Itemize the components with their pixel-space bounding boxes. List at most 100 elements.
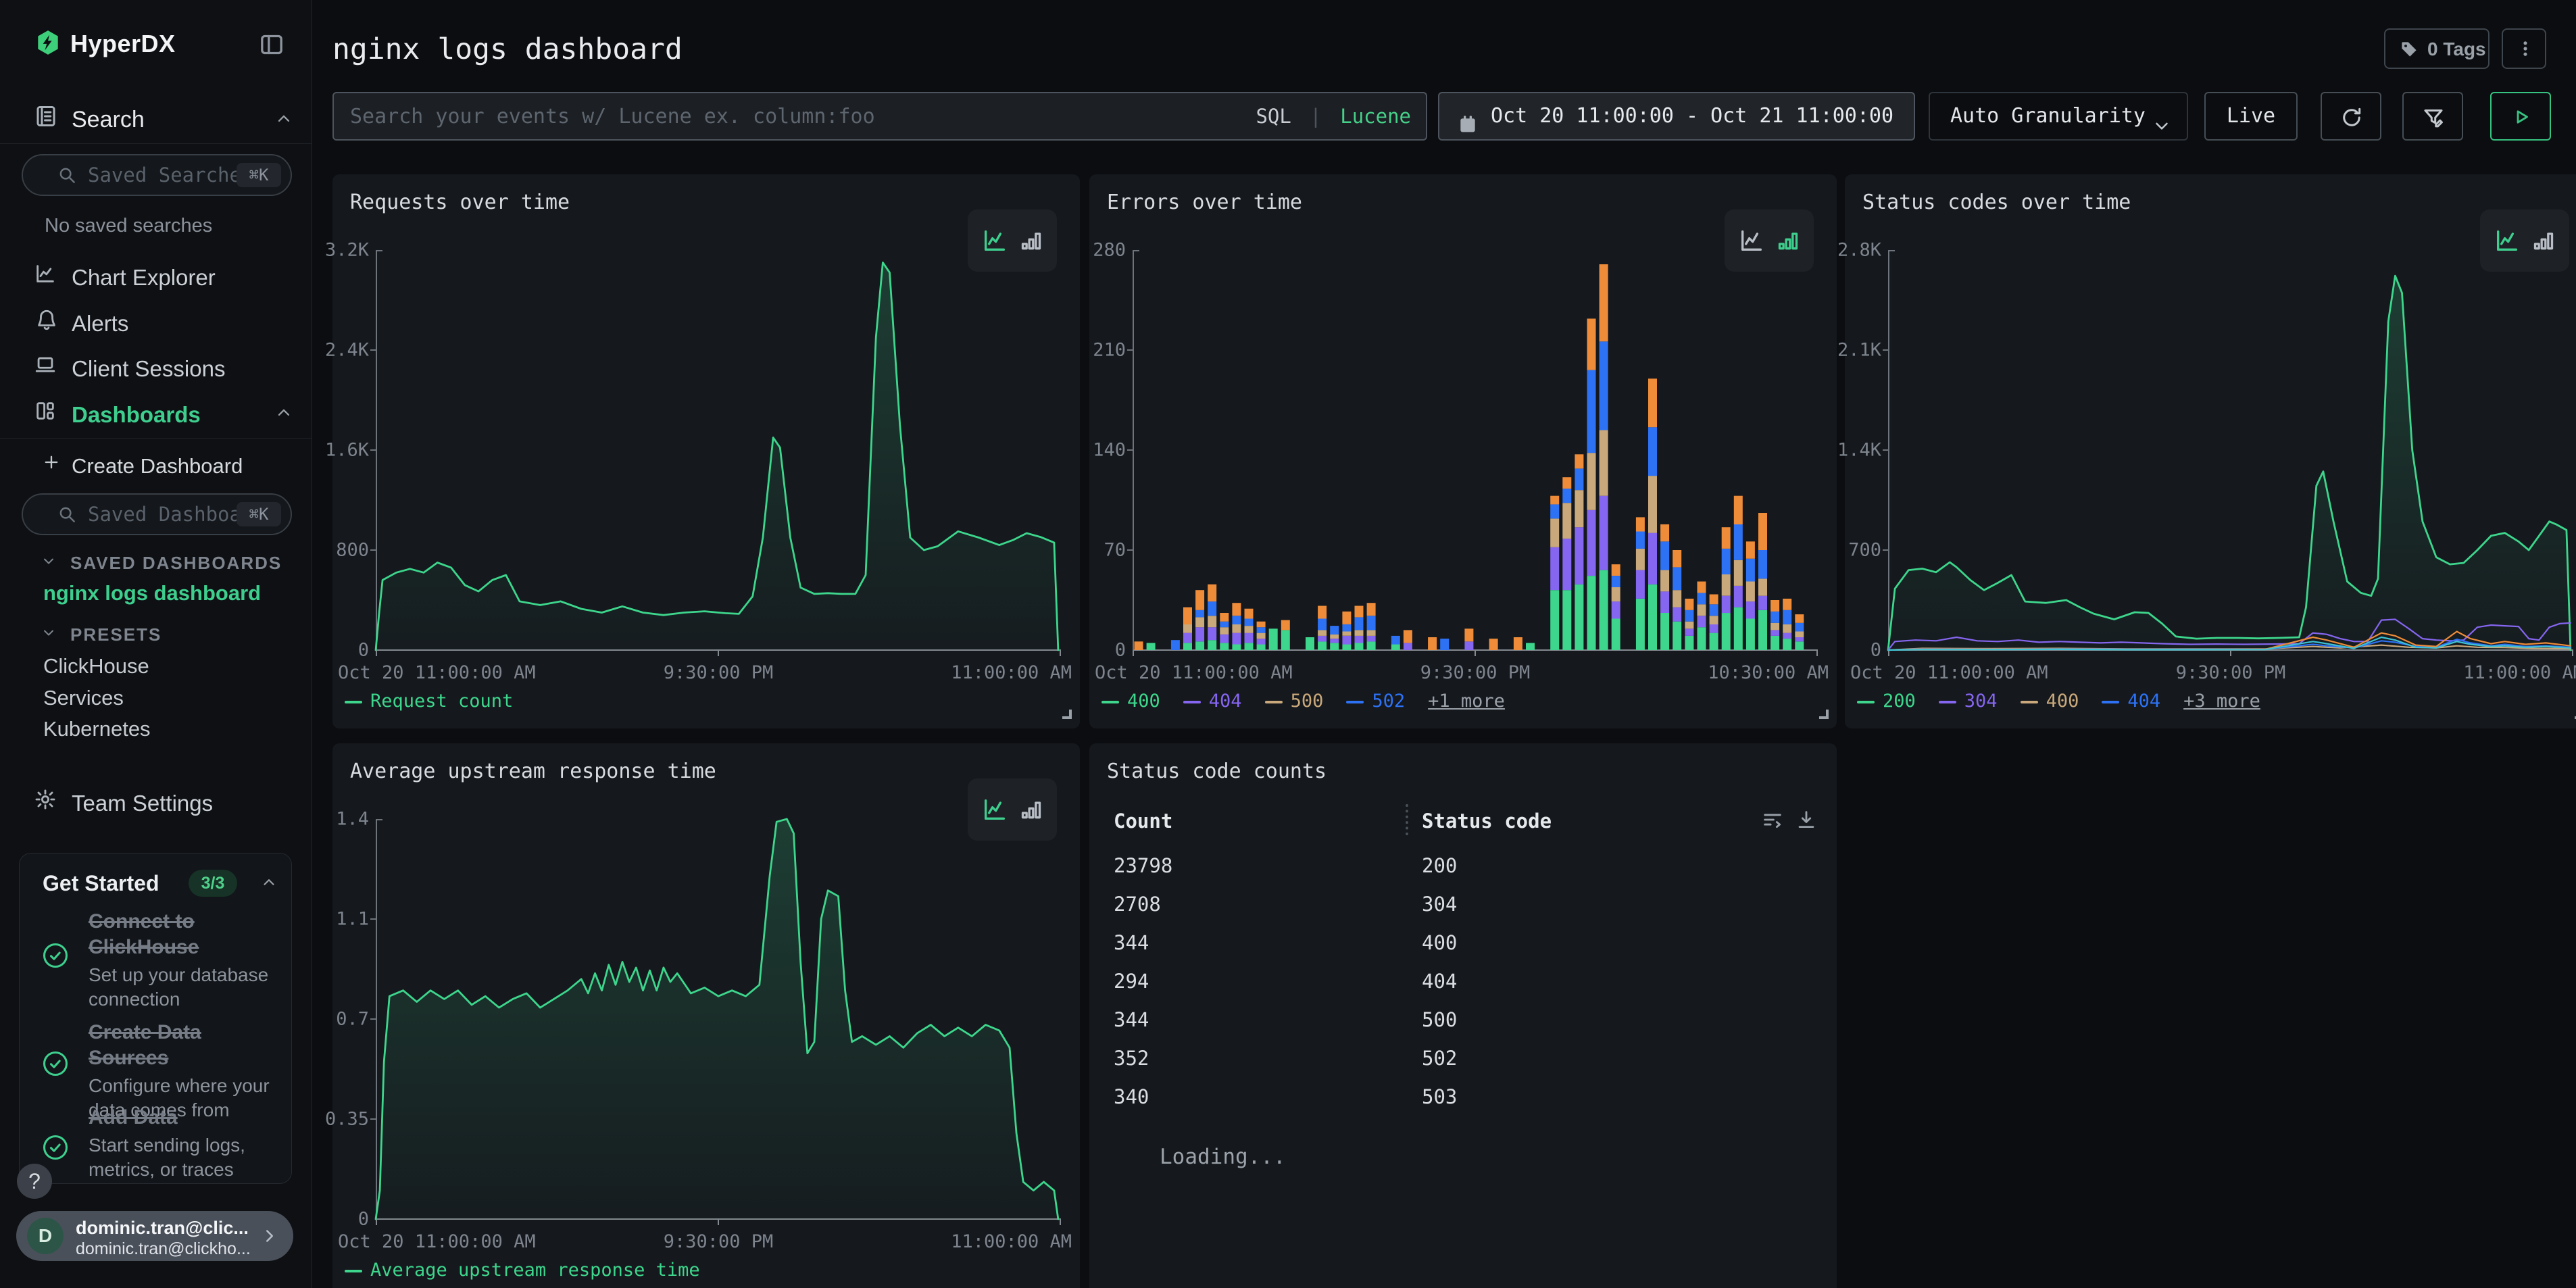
chart-legend: 200 304 400 404 +3 more	[1857, 691, 2260, 712]
run-query-button[interactable]	[2490, 92, 2551, 141]
lucene-mode-toggle[interactable]: Lucene	[1340, 105, 1411, 128]
panel-avg-upstream-response-time: Average upstream response time 1.41.10.7…	[332, 743, 1080, 1288]
event-search-input[interactable]: SQL | Lucene	[332, 92, 1427, 141]
y-axis-labels: 280210140700	[1089, 250, 1126, 650]
refresh-button[interactable]	[2321, 92, 2381, 141]
legend-label: 500	[1291, 691, 1324, 712]
refresh-icon	[2339, 105, 2364, 133]
legend-item[interactable]: 400	[1101, 691, 1160, 712]
saved-dashboards-field[interactable]	[88, 495, 250, 534]
time-range-picker[interactable]: Oct 20 11:00:00 - Oct 21 11:00:00	[1438, 92, 1915, 141]
panel-title: Status codes over time	[1862, 191, 2131, 214]
sidebar-item-client-sessions[interactable]: Client Sessions	[0, 349, 312, 387]
sidebar-item-nginx-logs-dashboard[interactable]: nginx logs dashboard	[43, 581, 261, 605]
legend-more-link[interactable]: +1 more	[1428, 691, 1505, 712]
presets-group[interactable]: PRESETS	[0, 620, 312, 650]
create-dashboard-label: Create Dashboard	[72, 454, 243, 478]
legend-marker	[2021, 701, 2038, 703]
legend-item[interactable]: Average upstream response time	[345, 1260, 700, 1281]
chart-plot[interactable]	[1133, 250, 1818, 650]
sidebar-item-dashboards[interactable]: Dashboards	[0, 395, 312, 433]
legend-marker	[2102, 701, 2119, 703]
x-axis-labels: Oct 20 11:00:00 AM9:30:00 PM11:00:00 AM	[332, 662, 1080, 685]
legend-item[interactable]: 500	[1265, 691, 1324, 712]
sidebar-section-search[interactable]: Search	[0, 101, 312, 139]
user-name: dominic.tran@clic...	[76, 1218, 249, 1239]
dashboards-icon	[34, 399, 57, 426]
resize-handle[interactable]	[1062, 710, 1072, 719]
granularity-select[interactable]: Auto Granularity	[1929, 92, 2188, 141]
mode-separator: |	[1310, 105, 1321, 128]
column-header-count[interactable]: Count	[1114, 810, 1172, 833]
saved-searches-field[interactable]	[88, 155, 250, 195]
presets-header: PRESETS	[70, 624, 162, 645]
event-search-field[interactable]	[350, 93, 1283, 139]
x-tick-label: Oct 20 11:00:00 AM	[1850, 662, 2048, 683]
checklist-item[interactable]: Add Data Start sending logs, metrics, or…	[89, 1105, 286, 1182]
download-icon[interactable]	[1795, 808, 1818, 835]
y-tick-label: 1.4K	[1837, 440, 1881, 461]
legend-item[interactable]: 404	[1183, 691, 1242, 712]
user-menu[interactable]: D dominic.tran@clic... dominic.tran@clic…	[16, 1211, 293, 1261]
chart-explorer-icon	[34, 262, 57, 289]
sidebar-item-clickhouse[interactable]: ClickHouse	[43, 654, 149, 678]
legend-item[interactable]: 502	[1346, 691, 1405, 712]
resize-handle[interactable]	[1819, 710, 1829, 719]
y-tick-label: 0	[1871, 640, 1881, 661]
get-started-title: Get Started	[43, 871, 159, 896]
legend-more-link[interactable]: +3 more	[2183, 691, 2260, 712]
y-axis-labels: 3.2K2.4K1.6K8000	[332, 250, 369, 650]
saved-dashboards-input[interactable]: ⌘K	[22, 493, 292, 535]
legend-item[interactable]: 404	[2102, 691, 2160, 712]
y-tick-label: 2.8K	[1837, 240, 1881, 261]
legend-label: 502	[1372, 691, 1405, 712]
avatar: D	[27, 1218, 64, 1254]
y-axis-labels: 1.41.10.70.350	[332, 819, 369, 1219]
checklist-item-title: Connect to ClickHouse	[89, 909, 279, 960]
legend-label: 404	[2127, 691, 2160, 712]
sidebar-item-chart-explorer[interactable]: Chart Explorer	[0, 258, 312, 296]
help-button[interactable]: ?	[17, 1164, 52, 1199]
sidebar-item-services[interactable]: Services	[43, 686, 124, 710]
dashboard-menu-button[interactable]	[2502, 28, 2546, 69]
wrap-text-icon[interactable]	[1761, 808, 1784, 835]
sidebar-item-alerts[interactable]: Alerts	[0, 304, 312, 342]
checklist-item-title: Create Data Sources	[89, 1020, 286, 1071]
checklist-item[interactable]: Connect to ClickHouse Set up your databa…	[89, 909, 279, 1012]
column-header-status-code[interactable]: Status code	[1422, 810, 1552, 833]
cell-status-code: 200	[1422, 854, 1457, 877]
create-dashboard-button[interactable]: Create Dashboard	[0, 447, 312, 485]
legend-label: 400	[2046, 691, 2079, 712]
chart-plot[interactable]	[376, 819, 1061, 1219]
live-button[interactable]: Live	[2204, 92, 2298, 141]
legend-label: Request count	[370, 691, 513, 712]
sidebar-item-kubernetes[interactable]: Kubernetes	[43, 717, 151, 741]
chevron-up-icon[interactable]	[260, 874, 278, 895]
collapse-sidebar-icon[interactable]	[258, 31, 285, 61]
sql-mode-toggle[interactable]: SQL	[1256, 105, 1291, 128]
sidebar-item-team-settings[interactable]: Team Settings	[0, 784, 312, 822]
gear-icon	[34, 788, 57, 814]
chart-plot[interactable]	[376, 250, 1061, 650]
saved-dashboards-group[interactable]: SAVED DASHBOARDS	[0, 549, 312, 578]
sidebar: HyperDX Search ⌘K No saved searches Char…	[0, 0, 312, 1288]
legend-item[interactable]: 400	[2021, 691, 2079, 712]
column-divider[interactable]	[1406, 804, 1408, 835]
sidebar-item-label: Dashboards	[72, 402, 201, 428]
search-icon	[57, 504, 77, 528]
saved-searches-input[interactable]: ⌘K	[22, 154, 292, 196]
legend-label: Average upstream response time	[370, 1260, 700, 1281]
chevron-down-icon	[41, 553, 57, 572]
sidebar-item-label: Alerts	[72, 311, 128, 337]
chevron-up-icon	[274, 403, 293, 426]
tags-button[interactable]: 0 Tags	[2384, 28, 2490, 69]
search-section-label: Search	[72, 107, 145, 133]
legend-item[interactable]: 304	[1939, 691, 1998, 712]
filter-button[interactable]	[2402, 92, 2463, 141]
x-tick-label: 9:30:00 PM	[664, 1231, 774, 1252]
legend-marker	[1265, 701, 1283, 703]
legend-item[interactable]: Request count	[345, 691, 513, 712]
legend-item[interactable]: 200	[1857, 691, 1916, 712]
chart-plot[interactable]	[1888, 250, 2573, 650]
legend-marker	[345, 701, 362, 703]
